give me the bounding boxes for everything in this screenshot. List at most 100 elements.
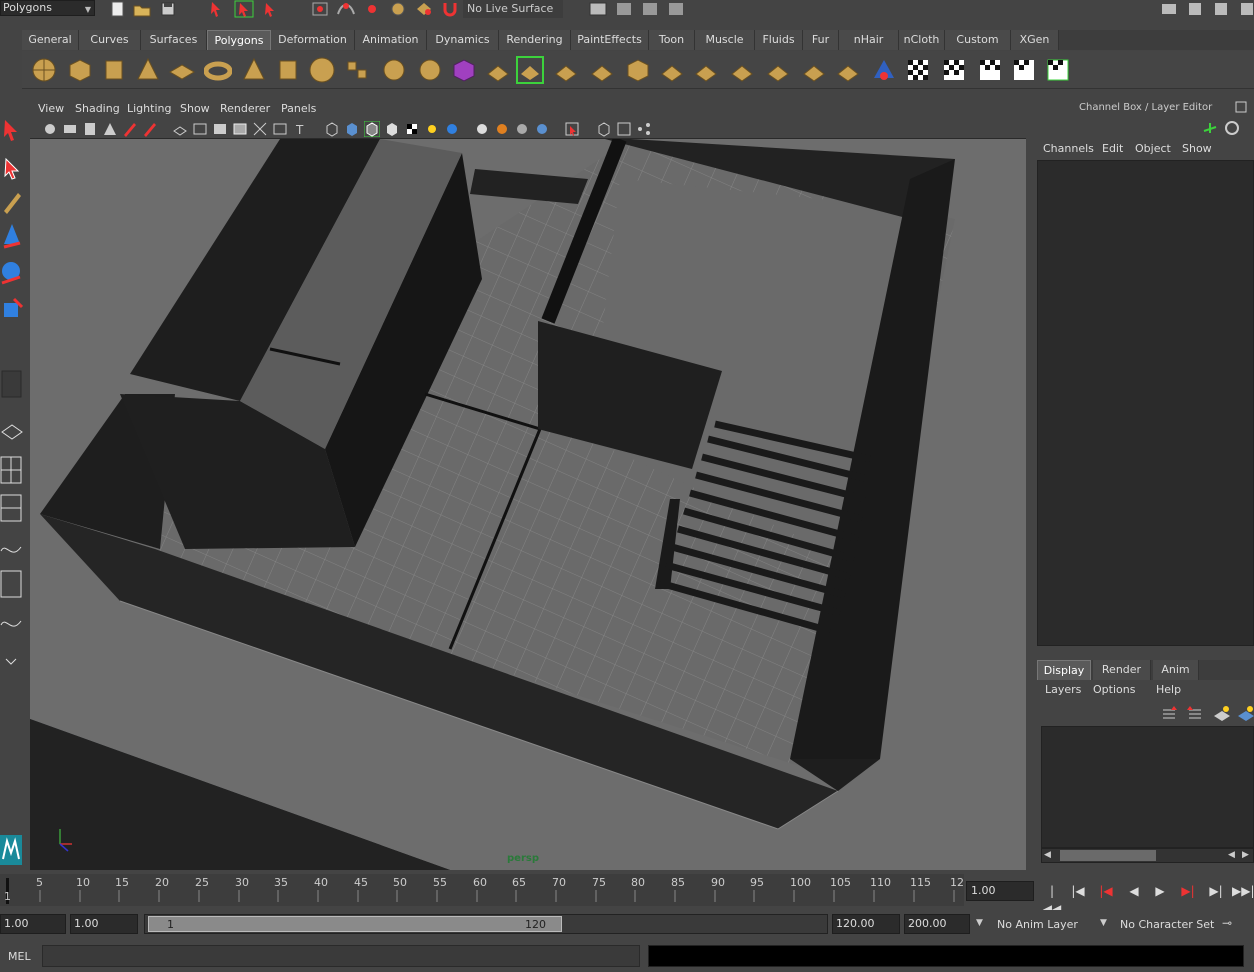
grease-pencil-icon[interactable] <box>122 121 138 137</box>
combine-icon[interactable] <box>344 56 372 84</box>
last-tool-icon[interactable] <box>0 369 23 399</box>
manipulator-icon[interactable] <box>1200 119 1220 137</box>
isolate-select-icon[interactable] <box>564 121 580 137</box>
checker-5-icon[interactable] <box>1044 56 1072 84</box>
poly-cube-icon[interactable] <box>66 56 94 84</box>
shadows-icon[interactable] <box>474 121 490 137</box>
grid-toggle-icon[interactable] <box>172 121 188 137</box>
step-back-key-icon[interactable]: |◀ <box>1096 882 1116 900</box>
poly-plane-icon[interactable] <box>168 56 196 84</box>
poly-cylinder-icon[interactable] <box>100 56 128 84</box>
go-to-start-icon[interactable]: |◀◀ <box>1042 882 1062 916</box>
show-attribute-editor-icon[interactable] <box>1160 0 1180 18</box>
merge-icon[interactable] <box>728 56 756 84</box>
key-icon[interactable]: ⊸ <box>1222 916 1232 930</box>
screen-space-ao-icon[interactable] <box>494 121 510 137</box>
chevron-down-icon[interactable] <box>0 649 23 679</box>
tab-fluids[interactable]: Fluids <box>755 30 803 50</box>
bookmark-icon[interactable] <box>82 121 98 137</box>
rotate-tool-icon[interactable] <box>0 259 23 289</box>
menu-channels[interactable]: Channels <box>1043 140 1094 158</box>
menu-renderer[interactable]: Renderer <box>220 99 270 119</box>
poly-cone-icon[interactable] <box>134 56 162 84</box>
motion-blur-icon[interactable] <box>514 121 530 137</box>
lock-icon[interactable] <box>1222 119 1242 137</box>
layout-graph-icon[interactable] <box>0 531 23 561</box>
bevel-icon[interactable] <box>692 56 720 84</box>
tab-anim[interactable]: Anim <box>1153 660 1199 680</box>
move-layer-up-icon[interactable] <box>1160 704 1180 722</box>
checker-3-icon[interactable] <box>976 56 1004 84</box>
tab-nhair[interactable]: nHair <box>839 30 899 50</box>
channel-box-area[interactable] <box>1037 160 1254 646</box>
poly-helix-icon[interactable] <box>308 56 336 84</box>
move-layer-down-icon[interactable] <box>1186 704 1206 722</box>
wedge-icon[interactable] <box>764 56 792 84</box>
scroll-thumb[interactable] <box>1060 850 1156 861</box>
anim-end-field[interactable]: 200.00 <box>904 914 970 934</box>
xray-icon[interactable] <box>404 121 420 137</box>
offset-edge-loop-icon[interactable] <box>658 56 686 84</box>
tab-painteffects[interactable]: PaintEffects <box>571 30 649 50</box>
select-object-icon[interactable] <box>234 0 254 18</box>
tab-dynamics[interactable]: Dynamics <box>427 30 499 50</box>
planar-mapping-icon[interactable] <box>834 56 862 84</box>
scroll-left-icon[interactable]: ◀ <box>1044 850 1051 860</box>
play-backwards-icon[interactable]: ◀ <box>1124 882 1144 900</box>
tab-render[interactable]: Render <box>1093 660 1151 680</box>
share-icon[interactable] <box>636 121 652 137</box>
tab-rendering[interactable]: Rendering <box>499 30 571 50</box>
tab-fur[interactable]: Fur <box>803 30 839 50</box>
checker-1-icon[interactable] <box>904 56 932 84</box>
playback-end-field[interactable]: 120.00 <box>832 914 900 934</box>
uv-editor-icon[interactable] <box>870 56 898 84</box>
step-forward-frame-icon[interactable]: ▶| <box>1206 882 1226 900</box>
checker-2-icon[interactable] <box>940 56 968 84</box>
safe-title-icon[interactable]: T <box>292 121 308 137</box>
time-slider[interactable]: 1 5 10 15 20 25 30 35 40 45 50 55 60 65 … <box>0 874 964 906</box>
tab-animation[interactable]: Animation <box>355 30 427 50</box>
anim-layer-select[interactable]: No Anim Layer <box>997 918 1078 931</box>
film-gate-icon[interactable] <box>192 121 208 137</box>
menu-lighting[interactable]: Lighting <box>127 99 171 119</box>
extract-icon[interactable] <box>416 56 444 84</box>
playback-start-field[interactable]: 1.00 <box>70 914 138 934</box>
tab-surfaces[interactable]: Surfaces <box>141 30 207 50</box>
viewport-persp[interactable]: persp <box>30 139 1026 870</box>
scroll-right-end-icon[interactable]: ▶ <box>1242 850 1249 860</box>
select-component-icon[interactable] <box>260 0 280 18</box>
menu-shading[interactable]: Shading <box>75 99 120 119</box>
menu-help[interactable]: Help <box>1156 681 1181 699</box>
layer-list[interactable] <box>1041 726 1254 848</box>
menu-options[interactable]: Options <box>1093 681 1135 699</box>
scale-tool-icon[interactable] <box>0 297 23 327</box>
tab-xgen[interactable]: XGen <box>1011 30 1059 50</box>
render-settings-icon[interactable] <box>666 0 686 18</box>
split-polygon-icon[interactable] <box>588 56 616 84</box>
poke-icon[interactable] <box>800 56 828 84</box>
field-chart-icon[interactable] <box>252 121 268 137</box>
menu-show-cb[interactable]: Show <box>1182 140 1212 158</box>
tab-general[interactable]: General <box>22 30 79 50</box>
show-outliner-icon[interactable] <box>1238 0 1254 18</box>
range-slider-handle[interactable]: 1 120 <box>148 916 562 932</box>
move-tool-icon[interactable] <box>0 221 23 251</box>
insert-edge-loop-icon[interactable] <box>624 56 652 84</box>
select-camera-icon[interactable] <box>42 121 58 137</box>
snap-grid-icon[interactable] <box>310 0 330 18</box>
extrude-icon[interactable] <box>484 56 512 84</box>
poly-prism-icon[interactable] <box>240 56 268 84</box>
2d-pan-zoom-icon[interactable] <box>142 121 158 137</box>
snap-curve-icon[interactable] <box>336 0 356 18</box>
append-polygon-icon[interactable] <box>552 56 580 84</box>
show-tool-settings-icon[interactable] <box>1186 0 1206 18</box>
select-tool-icon[interactable] <box>0 115 23 145</box>
smooth-shade-icon[interactable] <box>344 121 360 137</box>
menu-panels[interactable]: Panels <box>281 99 316 119</box>
show-channel-box-icon[interactable] <box>1212 0 1232 18</box>
float-panel-icon[interactable] <box>1234 101 1254 115</box>
use-all-lights-icon[interactable] <box>444 121 460 137</box>
checker-4-icon[interactable] <box>1010 56 1038 84</box>
menu-view[interactable]: View <box>38 99 64 119</box>
default-light-icon[interactable] <box>424 121 440 137</box>
